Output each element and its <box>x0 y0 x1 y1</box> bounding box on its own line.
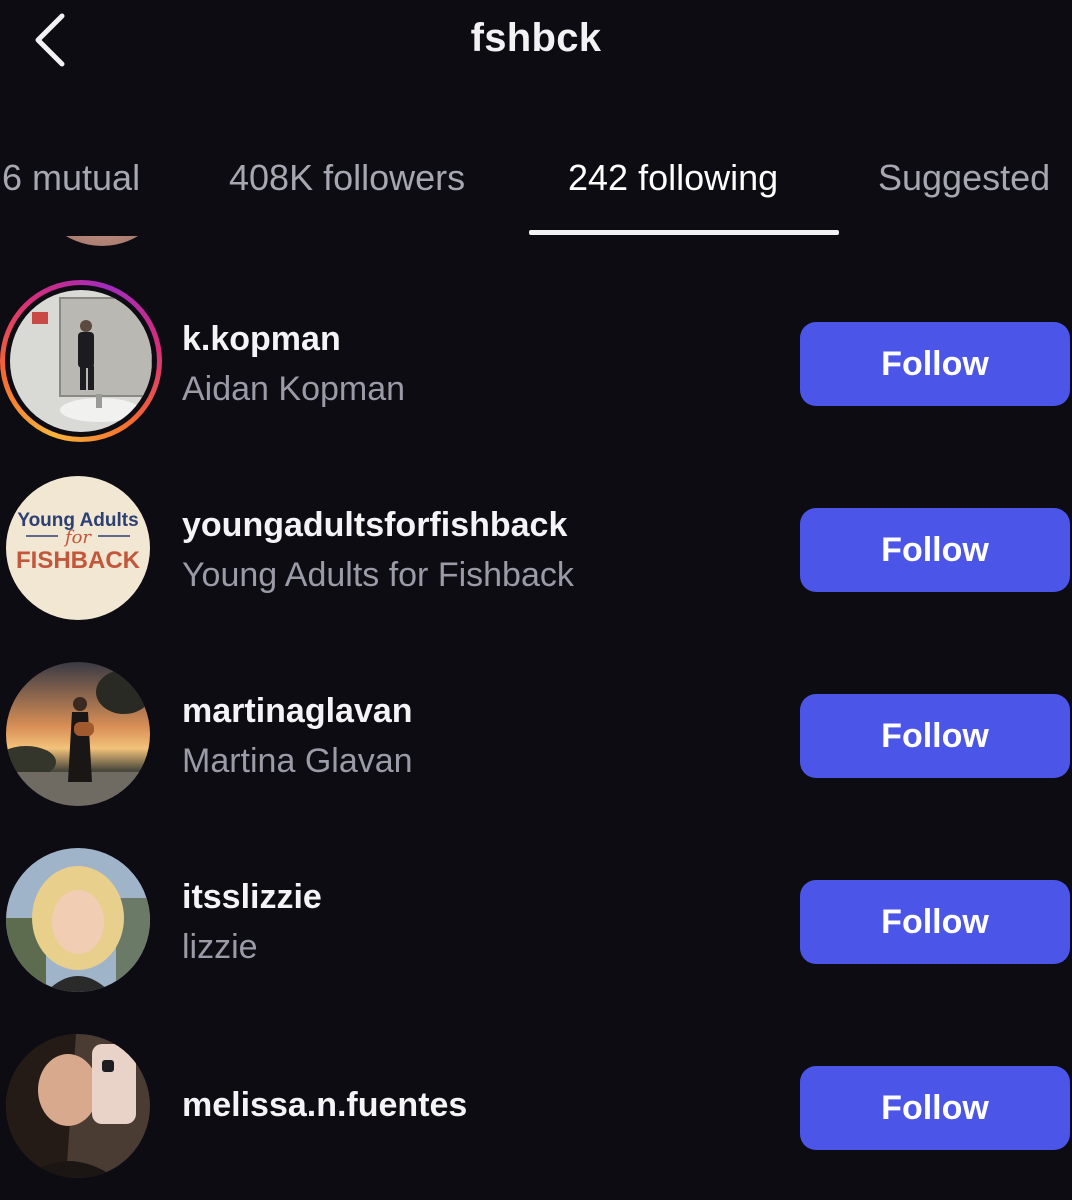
tab-following[interactable]: 242 following <box>568 157 778 199</box>
follow-button[interactable]: Follow <box>800 694 1070 778</box>
avatar[interactable] <box>6 848 150 992</box>
list-item[interactable]: melissa.n.fuentes Follow <box>0 1024 1072 1178</box>
avatar-photo-sunset <box>6 662 150 806</box>
username[interactable]: itsslizzie <box>182 878 322 917</box>
full-name: lizzie <box>182 928 258 966</box>
follow-button[interactable]: Follow <box>800 1066 1070 1150</box>
username[interactable]: melissa.n.fuentes <box>182 1086 467 1125</box>
avatar <box>10 290 152 432</box>
young-adults-for-fishback-logo: Young Adults for FISHBACK <box>6 476 150 620</box>
tab-followers[interactable]: 408K followers <box>229 157 465 199</box>
svg-text:FISHBACK: FISHBACK <box>16 547 141 574</box>
header: fshbck <box>0 0 1072 100</box>
avatar-photo-portrait <box>6 848 150 992</box>
follow-button[interactable]: Follow <box>800 880 1070 964</box>
full-name: Martina Glavan <box>182 742 413 780</box>
avatar[interactable] <box>6 1034 150 1178</box>
following-list: k.kopman Aidan Kopman Follow Young Adult… <box>0 236 1072 1200</box>
avatar-photo-mirror-selfie <box>10 290 152 432</box>
avatar[interactable] <box>6 662 150 806</box>
username[interactable]: k.kopman <box>182 320 341 359</box>
list-item[interactable]: k.kopman Aidan Kopman Follow <box>0 280 1072 442</box>
avatar[interactable] <box>32 236 172 246</box>
username[interactable]: martinaglavan <box>182 692 413 731</box>
avatar-story-ring[interactable] <box>0 280 162 442</box>
follow-button[interactable]: Follow <box>800 508 1070 592</box>
tab-suggested[interactable]: Suggested <box>878 157 1050 199</box>
list-item[interactable]: martinaglavan Martina Glavan Follow <box>0 652 1072 806</box>
avatar-photo-selfie <box>6 1034 150 1178</box>
tab-bar: 6 mutual 408K followers 242 following Su… <box>0 135 1072 235</box>
avatar[interactable]: Young Adults for FISHBACK <box>6 476 150 620</box>
following-screen: fshbck 6 mutual 408K followers 242 follo… <box>0 0 1072 1200</box>
active-tab-indicator <box>529 230 839 235</box>
page-title: fshbck <box>470 16 602 60</box>
full-name: Young Adults for Fishback <box>182 556 574 594</box>
full-name: Aidan Kopman <box>182 370 406 408</box>
list-item[interactable]: itsslizzie lizzie Follow <box>0 838 1072 992</box>
list-item[interactable]: Young Adults for FISHBACK youngadultsfor… <box>0 466 1072 620</box>
svg-text:for: for <box>63 527 92 548</box>
tab-mutual[interactable]: 6 mutual <box>2 157 140 199</box>
follow-button[interactable]: Follow <box>800 322 1070 406</box>
username[interactable]: youngadultsforfishback <box>182 506 567 545</box>
